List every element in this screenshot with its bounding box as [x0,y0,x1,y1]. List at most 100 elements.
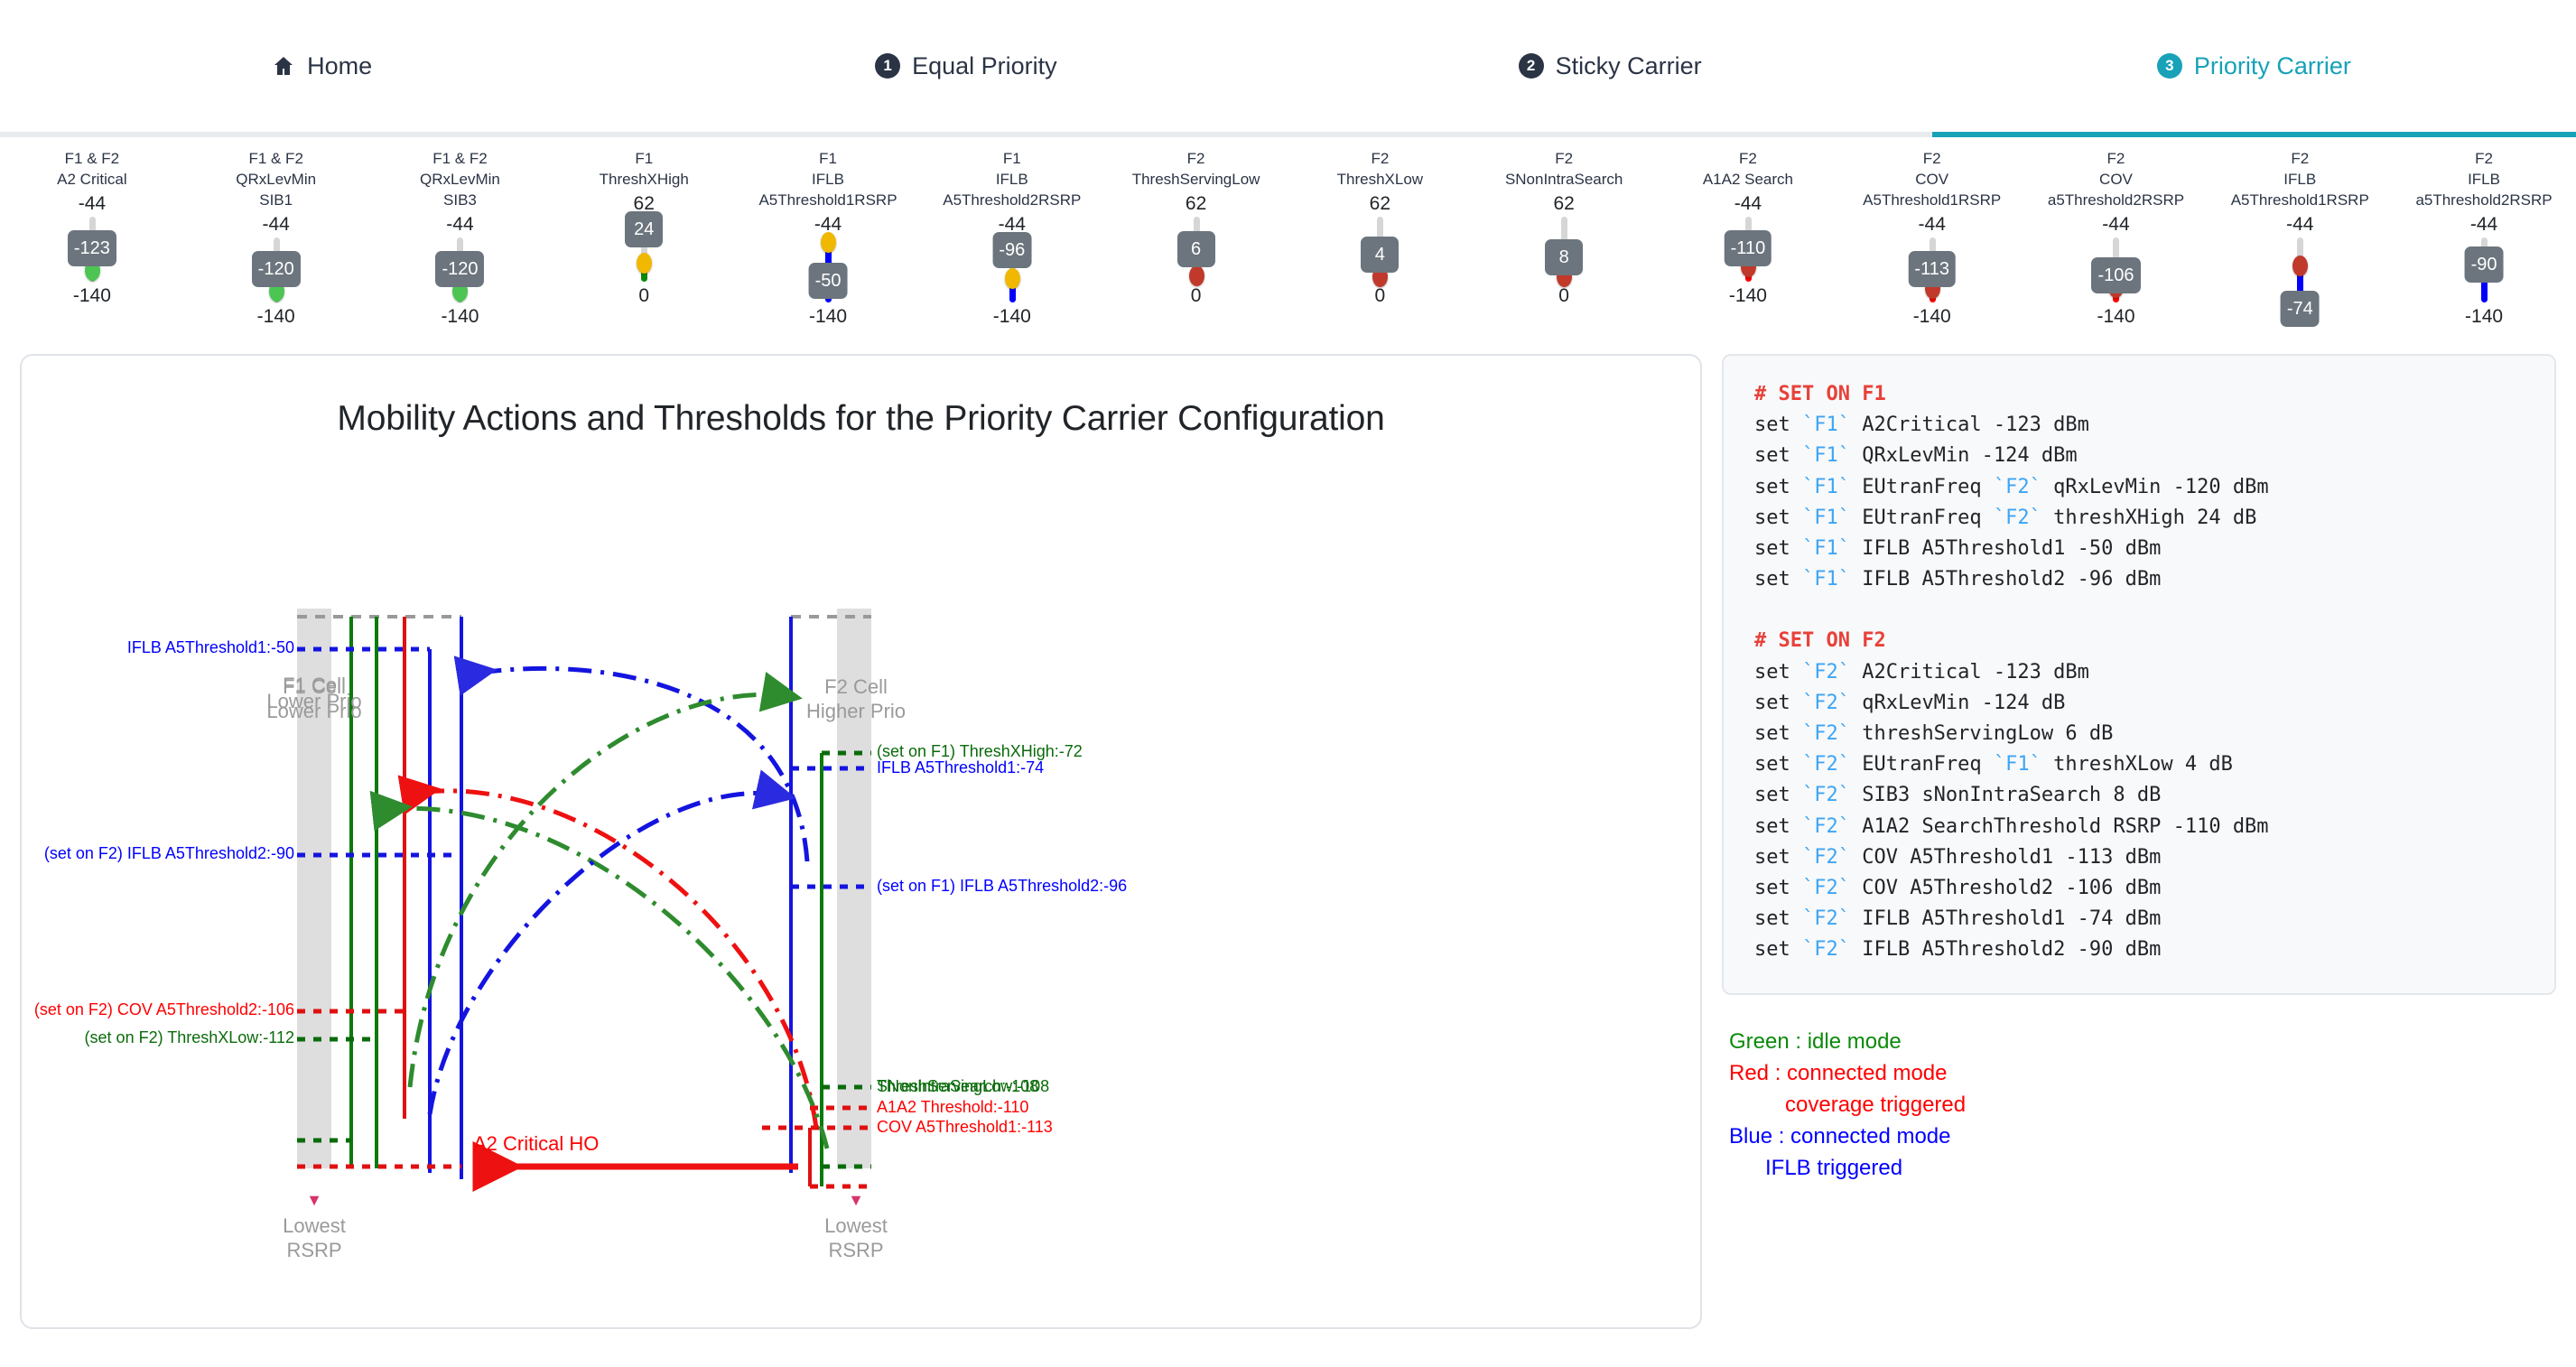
slider-param-sub: A5Threshold1RSRP [758,191,897,209]
flow-blue-f1-to-f2 [427,769,796,1115]
slider-track-area[interactable]: -106 [2088,237,2143,302]
slider-value-tooltip: -120 [251,251,301,287]
code-text: qRxLevMin -120 dBm [2041,475,2269,498]
slider-iflb-f2[interactable]: F2IFLBA5Threshold1RSRP-44-74-140 [2208,148,2392,354]
slider-value-tooltip: -110 [1724,230,1772,266]
slider-qrxlevmin-f1-f2[interactable]: F1 & F2 QRxLevMin SIB3 -44 -120 -140 [368,148,553,354]
tab-strip: Home 1 Equal Priority 2 Sticky Carrier 3 Prior… [0,0,2576,132]
slider-track-area[interactable]: -74 [2273,237,2327,327]
slider-param-name: A1A2 Search [1702,171,1794,188]
slider-track-area[interactable]: -90 [2457,237,2511,302]
slider-track-area[interactable]: -96 [985,232,1039,302]
slider-track-area[interactable]: 4 [1353,217,1407,287]
slider-carrier: F2 [1922,150,1941,167]
tab-home[interactable]: Home [0,0,644,132]
slider-track-area[interactable]: -120 [249,237,303,302]
flow-green-f2-to-f1 [369,790,830,1149]
code-text: set [1754,537,1802,561]
f1-lowest-marker: ▼ [306,1191,322,1209]
slider-min-value: -140 [809,306,848,327]
slider-carrier: F2 [1371,150,1390,167]
slider-min-value: -140 [256,306,295,327]
code-text: A2Critical -123 dBm [1849,414,2089,437]
f2-cell-header: F2 Cell Higher Prio [798,674,914,723]
slider-carrier: F1 & F2 [64,150,120,167]
slider-track-area[interactable]: -123 [65,217,119,282]
slider-value-tooltip: 4 [1361,237,1400,273]
slider-track-area[interactable]: -50 [801,232,855,302]
code-line: set `F1` IFLB A5Threshold1 -50 dBm [1754,534,2554,564]
slider-knob[interactable] [637,253,653,274]
code-text: set [1754,691,1802,714]
tab-priority-carrier[interactable]: 3 Priority Carrier [1932,0,2576,132]
code-frequency-token: `F1` [1801,414,1850,437]
slider-threshxlow-f2[interactable]: F2 ThreshXLow 62 4 0 [1288,148,1472,354]
code-frequency-token: `F1` [1801,537,1850,561]
slider-track-area[interactable]: 6 [1169,217,1223,286]
slider-min-value: -140 [1728,285,1767,306]
code-line: set `F2` threshServingLow 6 dB [1754,719,2554,749]
code-frequency-token: `F2` [1801,784,1850,807]
f2-lowest-marker: ▼ [848,1191,864,1209]
slider-param-name: IFLB [2468,171,2500,188]
slider-cov-f2[interactable]: F2 COV a5Threshold2RSRP -44 -106 -140 [2024,148,2209,354]
threshold-slider-row: F1 & F2 A2 Critical -44 -123 -140 F1 & F2 QRxL… [0,137,2576,354]
slider-track-area[interactable]: -110 [1721,217,1775,282]
slider-title: F1 IFLB A5Threshold1RSRP [758,148,897,210]
slider-max-value: -44 [1734,193,1762,214]
code-frequency-token: `F2` [1801,691,1850,714]
slider-snonintrasearch-f2[interactable]: F2 SNonIntraSearch 62 8 0 [1472,148,1656,354]
slider-value-tooltip: 24 [625,211,664,247]
slider-qrxlevmin-f1-f2[interactable]: F1 & F2 QRxLevMin SIB1 -44 -120 -140 [184,148,368,354]
code-text: set [1754,877,1802,900]
slider-iflb-f2[interactable]: F2 IFLB a5Threshold2RSRP -44 -90 -140 [2392,148,2576,354]
slider-track-area[interactable]: 24 [617,211,671,282]
slider-a2-critical-f1-f2[interactable]: F1 & F2 A2 Critical -44 -123 -140 [0,148,184,354]
slider-min-value: 0 [1558,285,1569,306]
code-text: IFLB A5Threshold2 -90 dBm [1849,938,2162,962]
slider-track-area[interactable]: 8 [1537,217,1591,287]
slider-knob[interactable] [1004,268,1020,289]
slider-max-value: -44 [2286,214,2314,235]
slider-threshxhigh-f1[interactable]: F1 ThreshXHigh 62 24 0 [552,148,736,354]
slider-param-sub: a5Threshold2RSRP [2415,191,2553,209]
code-frequency-token: `F1` [1801,444,1850,468]
tab-label: Equal Priority [912,51,1057,79]
slider-threshservinglow-f2[interactable]: F2 ThreshServingLow 62 6 0 [1104,148,1288,354]
slider-knob[interactable] [1188,265,1204,286]
slider-iflb-f1[interactable]: F1 IFLB A5Threshold2RSRP -44 -96 -140 [920,148,1104,354]
slider-carrier: F1 [1002,150,1021,167]
code-text: set [1754,753,1802,776]
tab-sticky-carrier[interactable]: 2 Sticky Carrier [1288,0,1932,132]
slider-a1a2-search-f2[interactable]: F2 A1A2 Search -44 -110 -140 [1656,148,1840,354]
slider-track-area[interactable]: -120 [432,237,487,302]
slider-value-tooltip: -113 [1908,251,1956,287]
active-tab-underline [1932,132,2576,137]
code-frequency-token: `F1` [1801,506,1850,529]
slider-min-value: 0 [1374,285,1386,306]
code-frequency-token: `F2` [1801,814,1850,838]
code-text: set [1754,722,1802,746]
tab-equal-priority[interactable]: 1 Equal Priority [644,0,1288,132]
slider-iflb-f1[interactable]: F1 IFLB A5Threshold1RSRP -44 -50 -140 [736,148,920,354]
code-text: EUtranFreq [1849,506,1994,529]
slider-param-name: IFLB [2283,171,2317,188]
code-text: threshXHigh 24 dB [2041,506,2257,529]
slider-carrier: F2 [2291,150,2310,167]
slider-min-value: -140 [992,306,1031,327]
slider-title: F2 COV A5Threshold1RSRP [1863,148,2001,210]
code-text: EUtranFreq [1849,475,1994,498]
tab-label: Home [307,51,373,79]
slider-cov-f2[interactable]: F2 COV A5Threshold1RSRP -44 -113 -140 [1840,148,2024,354]
slider-max-value: -44 [446,214,474,235]
f1-cell-line2: Lower Prio [266,700,362,722]
slider-title: F2 A1A2 Search [1703,148,1793,190]
f2-foot-line1: Lowest [824,1214,888,1237]
slider-knob[interactable] [821,232,837,253]
slider-carrier: F2 [2106,150,2125,167]
slider-carrier: F2 [1186,150,1205,167]
legend-line: Red : connected mode [1729,1060,1948,1085]
slider-track-area[interactable]: -113 [1905,237,1959,302]
slider-title: F2 COV a5Threshold2RSRP [2048,148,2184,210]
slider-knob[interactable] [2292,256,2309,276]
